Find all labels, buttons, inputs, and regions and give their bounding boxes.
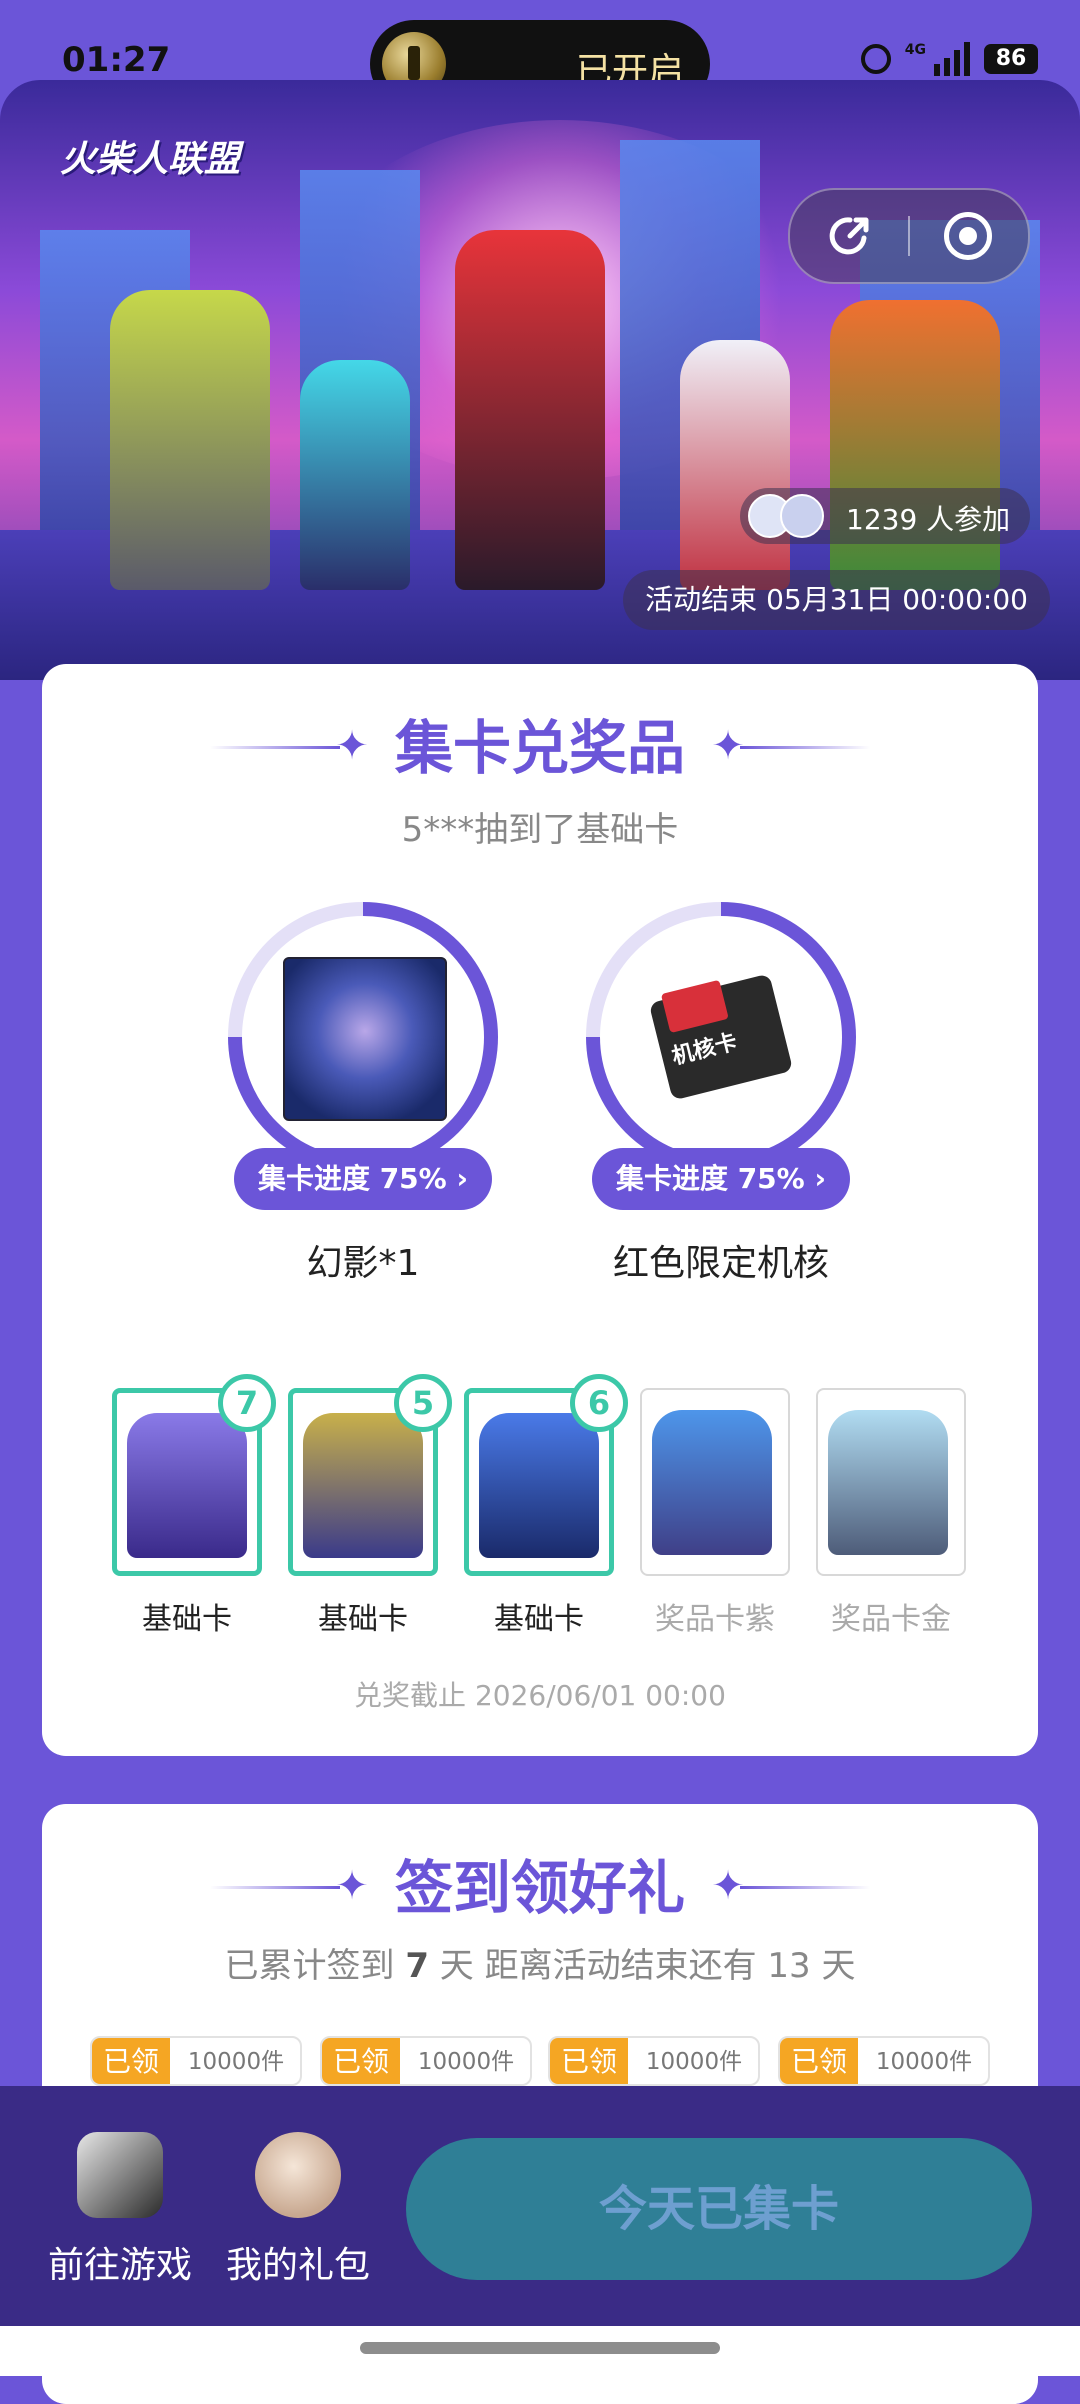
go-to-game-button[interactable]: 前往游戏 xyxy=(20,2132,220,2288)
go-to-game-label: 前往游戏 xyxy=(47,2245,192,2286)
card-count-badge: 5 xyxy=(394,1374,452,1432)
claimed-tag: 已领 xyxy=(322,2038,400,2084)
close-mini-program-icon[interactable] xyxy=(944,212,992,260)
battery-icon: 86 xyxy=(984,44,1038,74)
card-art xyxy=(127,1413,247,1558)
signin-title: 签到领好礼 xyxy=(394,1854,685,1922)
hero-character xyxy=(455,230,605,590)
title-decoration xyxy=(740,1886,870,1889)
hero-character xyxy=(300,360,410,590)
redeem-deadline: 兑奖截止 2026/06/01 00:00 xyxy=(354,1679,726,1712)
prize-name: 幻影*1 xyxy=(306,1243,420,1284)
card-art xyxy=(303,1413,423,1558)
signal-icon xyxy=(934,42,970,76)
my-gifts-button[interactable]: 我的礼包 xyxy=(198,2132,398,2288)
home-indicator[interactable] xyxy=(360,2342,720,2354)
pill-divider xyxy=(908,216,910,256)
section-title: ✦ 集卡兑奖品 ✦ xyxy=(42,716,1038,780)
prize-image-core-card: 机核卡 xyxy=(641,957,801,1117)
network-type: 4G xyxy=(904,42,926,58)
status-icons: 4G 86 xyxy=(860,42,1038,76)
collect-cards-section: ✦ 集卡兑奖品 ✦ 5***抽到了基础卡 集卡进度 75% › 幻影*1 机核卡… xyxy=(42,664,1038,1756)
card-label: 基础卡 xyxy=(494,1602,584,1637)
collect-title: 集卡兑奖品 xyxy=(394,714,685,782)
card-label: 奖品卡金 xyxy=(831,1602,951,1637)
reward-qty: 10000件 xyxy=(645,2049,743,2075)
card-art xyxy=(479,1413,599,1558)
signin-reward[interactable]: 已领 10000件 xyxy=(320,2036,532,2086)
bottom-action-bar: 前往游戏 我的礼包 今天已集卡 xyxy=(0,2086,1080,2326)
card-label: 基础卡 xyxy=(142,1602,232,1637)
prize-image-phantom xyxy=(283,957,447,1121)
game-icon xyxy=(77,2132,163,2218)
participants-badge: 1239 人参加 xyxy=(740,488,1030,544)
hero-character xyxy=(830,300,1000,590)
claimed-tag: 已领 xyxy=(92,2038,170,2084)
alarm-icon xyxy=(860,44,891,74)
participant-avatars xyxy=(748,494,828,538)
action-pill xyxy=(788,188,1030,284)
title-decoration xyxy=(210,746,340,749)
collected-today-button[interactable]: 今天已集卡 xyxy=(406,2138,1032,2280)
progress-button[interactable]: 集卡进度 75% › xyxy=(234,1148,492,1210)
signin-reward[interactable]: 已领 10000件 xyxy=(778,2036,990,2086)
status-time: 01:27 xyxy=(62,40,171,80)
reward-qty: 10000件 xyxy=(187,2049,285,2075)
signin-days: 7 xyxy=(405,1946,429,1986)
progress-button[interactable]: 集卡进度 75% › xyxy=(592,1148,850,1210)
card-label: 奖品卡紫 xyxy=(655,1602,775,1637)
signin-reward[interactable]: 已领 10000件 xyxy=(90,2036,302,2086)
participants-count: 1239 人参加 xyxy=(846,503,1011,536)
title-decoration xyxy=(740,746,870,749)
sparkle-icon: ✦ xyxy=(335,723,369,769)
gift-avatar-icon xyxy=(255,2132,341,2218)
sparkle-icon: ✦ xyxy=(335,1863,369,1909)
prize-name: 红色限定机核 xyxy=(612,1243,829,1284)
game-logo: 火柴人联盟 xyxy=(60,139,241,180)
signin-reward[interactable]: 已领 10000件 xyxy=(548,2036,760,2086)
claimed-tag: 已领 xyxy=(550,2038,628,2084)
card-art xyxy=(828,1410,948,1555)
section-title: ✦ 签到领好礼 ✦ xyxy=(42,1856,1038,1920)
card-art xyxy=(652,1410,772,1555)
signin-summary: 已累计签到 7 天 距离活动结束还有 13 天 xyxy=(224,1946,856,1986)
activity-end-time: 活动结束 05月31日 00:00:00 xyxy=(623,570,1050,630)
share-icon[interactable] xyxy=(826,212,874,260)
hero-character xyxy=(680,340,790,590)
hero-banner: 火柴人联盟 1239 人参加 活动结束 05月31日 00:00:00 xyxy=(0,80,1080,680)
draw-broadcast: 5***抽到了基础卡 xyxy=(401,810,679,850)
reward-qty: 10000件 xyxy=(875,2049,973,2075)
card-count-badge: 6 xyxy=(570,1374,628,1432)
hero-character xyxy=(110,290,270,590)
avatar xyxy=(780,494,824,538)
title-decoration xyxy=(210,1886,340,1889)
my-gifts-label: 我的礼包 xyxy=(225,2245,370,2286)
card-label: 基础卡 xyxy=(318,1602,408,1637)
reward-qty: 10000件 xyxy=(417,2049,515,2075)
card-count-badge: 7 xyxy=(218,1374,276,1432)
claimed-tag: 已领 xyxy=(780,2038,858,2084)
